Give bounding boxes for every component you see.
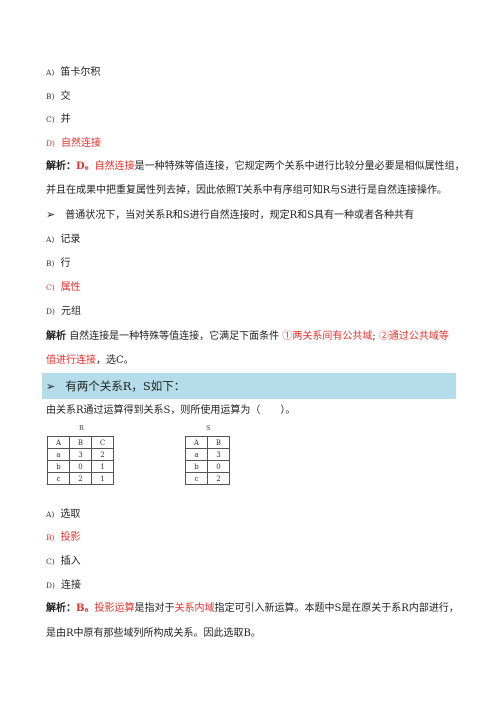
q1-option-c: C) 并 — [46, 114, 71, 125]
q3-option-c: C) 插入 — [46, 556, 81, 567]
table-row: c 2 — [185, 472, 230, 485]
table-row: b 0 1 — [47, 460, 114, 473]
q3-question: 由关系R通过运算得到关系S，则所使用运算为（ ）。 — [46, 405, 296, 416]
q1-option-b: B) 交 — [46, 91, 71, 102]
q3-analysis-line1: 解析：B。投影运算是指对于关系内域指定可引入新运算。本题中S是在原关于系R内部进… — [46, 603, 459, 614]
bullet-arrow-icon: ➢ — [46, 208, 56, 221]
q2-analysis-line2: 值进行连接，选C。 — [46, 355, 134, 366]
q3-heading: ➢ 有两个关系R，S如下： — [46, 379, 186, 393]
table-row: a 3 — [185, 448, 230, 461]
relation-s-table: A B a 3 b 0 c 2 — [185, 436, 230, 485]
q2-question: ➢ 普通状况下，当对关系R和S进行自然连接时，规定R和S具有一种或者各种共有 — [46, 208, 414, 221]
relation-s-caption: S — [206, 424, 211, 432]
q1-analysis-line1: 解析：D。自然连接是一种特殊等值连接，它规定两个关系中进行比较分量必要是相似属性… — [46, 161, 465, 172]
q1-option-a: A) 笛卡尔积 — [46, 67, 101, 78]
table-row: c 2 1 — [47, 472, 114, 485]
q2-option-d: D) 元组 — [46, 306, 81, 317]
q3-option-b: B) 投影 — [46, 532, 81, 543]
relation-r-caption: R — [79, 424, 84, 432]
q3-analysis-line2: 是由R中原有那些域列所构成关系。因此选取B。 — [46, 628, 261, 639]
table-row: a 3 2 — [47, 448, 114, 461]
bullet-arrow-icon: ➢ — [46, 380, 56, 393]
table-header-row: A B C — [47, 436, 114, 449]
q2-option-c: C) 属性 — [46, 282, 81, 293]
table-row: b 0 — [185, 460, 230, 473]
q2-option-b: B) 行 — [46, 258, 71, 269]
q2-analysis-line1: 解析 自然连接是一种特殊等值连接，它满足下面条件 ①两关系间有公共域; ②通过公… — [46, 331, 449, 342]
q1-option-d: D) 自然连接 — [46, 138, 101, 149]
q3-option-d: D) 连接 — [46, 580, 81, 591]
table-header-row: A B — [185, 436, 230, 449]
relation-r-table: A B C a 3 2 b 0 1 c 2 1 — [47, 436, 114, 485]
q1-analysis-line2: 并且在成果中把重复属性列去掉，因此依照T关系中有序组可知R与S进行是自然连接操作… — [46, 185, 448, 196]
q2-option-a: A) 记录 — [46, 234, 81, 245]
q3-option-a: A) 选取 — [46, 509, 81, 520]
